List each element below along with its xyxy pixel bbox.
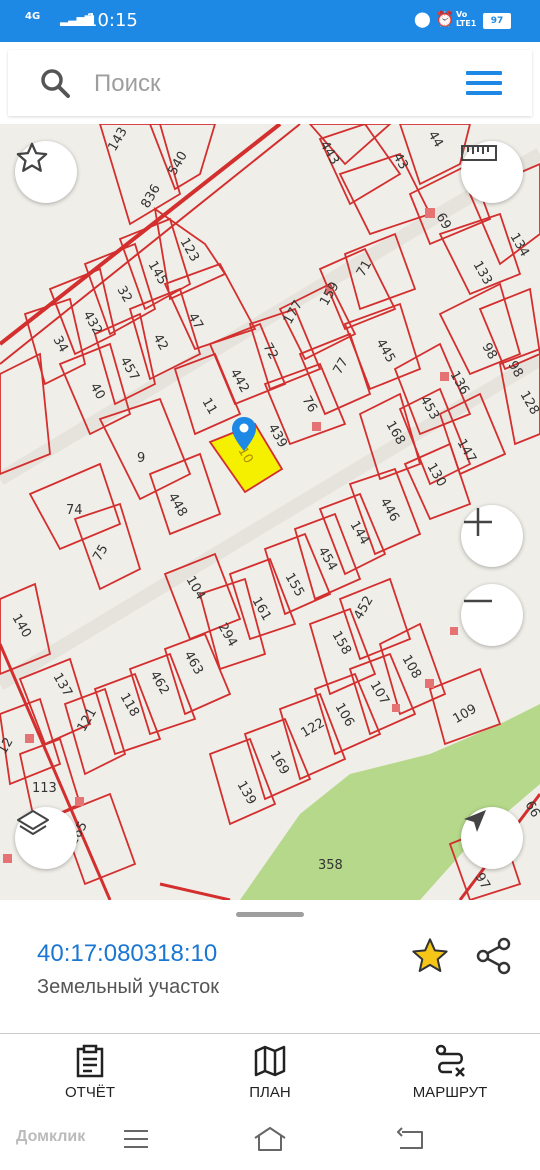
zoom-in-button[interactable] [461,505,523,567]
parcel-label: 104 [183,574,208,603]
ruler-button[interactable] [461,141,523,203]
star-outline-icon [16,142,48,172]
parcel-label: 9 [137,451,145,466]
parcel-label: 75 [90,542,111,564]
parcel-label: 122 [298,716,327,741]
minus-icon [464,599,492,603]
parcel-label: 121 [75,706,100,735]
parcel-label: 12 [0,735,17,757]
watermark-logo: Домклик [16,1128,86,1145]
battery-icon: 97 [483,13,511,29]
parcel-label: 448 [165,491,190,520]
parcel-label: 98 [479,341,500,363]
parcel-label: 40 [87,381,108,403]
parcel-label: 443 [317,139,342,168]
search-input[interactable] [92,64,436,104]
layers-icon [17,810,49,835]
parcel-label: 113 [32,781,57,796]
parcel-label: 446 [377,496,402,525]
parcel-label: 143 [105,125,130,154]
parcel-label: 445 [373,337,398,366]
home-icon[interactable] [252,1126,288,1152]
parcel-label: 44 [425,129,446,151]
volte-indicator: Vo LTE1 [456,10,477,28]
clock: 10:15 [86,10,138,31]
parcel-label: 140 [9,612,34,641]
map-canvas[interactable]: 143 540 836 443 43 44 69 134 133 123 145… [0,124,540,900]
menu-icon[interactable] [466,71,502,95]
parcel-label: 462 [147,669,172,698]
tab-label: ОТЧЁТ [64,1084,115,1101]
search-bar [8,50,532,116]
parcel-label: 136 [447,369,472,398]
parcel-label: 144 [347,519,372,548]
favorite-star-icon[interactable] [410,936,450,976]
share-icon[interactable] [474,936,514,976]
plus-icon [464,508,492,536]
parcel-label: 133 [470,259,495,288]
route-icon [435,1044,465,1077]
ruler-icon [461,145,497,161]
parcel-label: 147 [454,437,479,466]
parcel-label: 108 [399,653,424,682]
back-icon[interactable] [396,1126,426,1152]
parcel-label: 169 [267,749,292,778]
parcel-label: 432 [80,309,105,338]
tab-label: ПЛАН [249,1084,291,1101]
parcel-label: 77 [331,355,352,377]
network-type: 4G [25,11,41,22]
parcel-label: 294 [215,621,240,650]
road [0,353,540,690]
favorite-map-button[interactable] [15,141,77,203]
tab-report[interactable]: ОТЧЁТ [30,1034,150,1112]
parcel-label: 74 [66,503,83,518]
cadastral-map[interactable]: 143 540 836 443 43 44 69 134 133 123 145… [0,124,540,900]
park-area [240,704,540,900]
parcel-label: 158 [329,629,354,658]
navigation-arrow-icon [464,810,486,832]
parcel-label: 137 [50,671,75,700]
zoom-out-button[interactable] [461,584,523,646]
parcel-label: 97 [472,871,493,893]
layers-button[interactable] [15,807,77,869]
report-icon [76,1044,104,1078]
map-icon [254,1045,286,1077]
status-bar: 4G ▂▃▅▆ 10:15 ⬤ ⏰ Vo LTE1 97 [0,0,540,42]
parcel-label: 72 [260,341,281,363]
search-icon[interactable] [40,68,70,98]
parcel-label: 155 [282,571,307,600]
parcel-label: 76 [299,394,320,416]
parcel-label: 32 [114,284,135,306]
cadastral-number: 40:17:080318:10 [37,940,218,967]
tab-plan[interactable]: ПЛАН [210,1034,330,1112]
my-location-button[interactable] [461,807,523,869]
recent-apps-icon[interactable] [122,1128,150,1150]
location-alarm-icons: ⬤ ⏰ [414,10,455,28]
parcel-label: 463 [181,649,206,678]
parcel-label: 358 [318,858,343,873]
parcel-label: 42 [150,332,171,354]
parcel-label: 139 [234,779,259,808]
parcel-label: 106 [332,701,357,730]
parcel-type: Земельный участок [37,976,220,998]
tab-label: МАРШРУТ [412,1084,488,1101]
parcel-label: 452 [351,594,376,623]
bottom-tab-bar: ОТЧЁТ ПЛАН МАРШРУТ [0,1034,540,1112]
parcel-label: 128 [517,389,540,418]
parcel-label: 11 [199,396,220,418]
parcel-label: 107 [367,679,392,708]
parcel-label: 109 [450,702,479,727]
drag-handle[interactable] [236,912,304,917]
tab-route[interactable]: МАРШРУТ [390,1034,510,1112]
